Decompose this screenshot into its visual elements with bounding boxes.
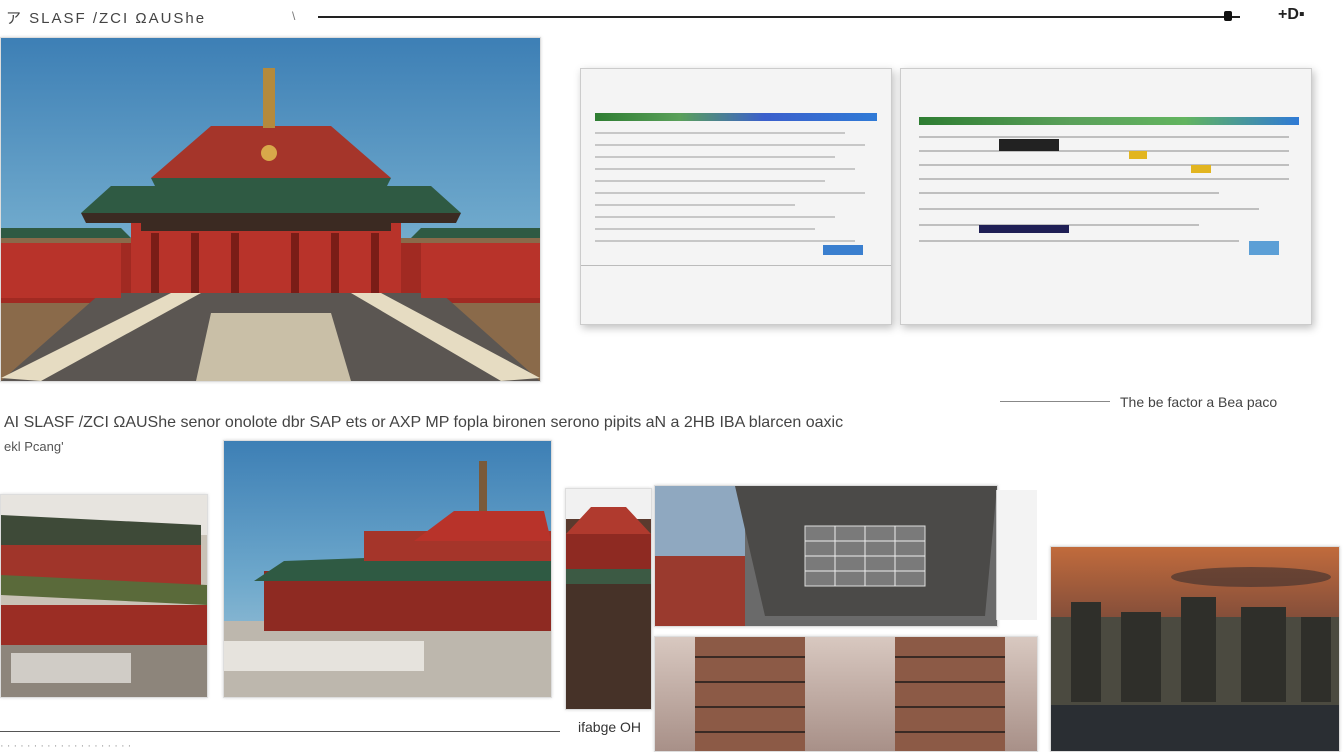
building-facade-photo[interactable] bbox=[654, 485, 998, 627]
description-text: AI SLASF /ZCI ΩAUShe senor onolote dbr S… bbox=[4, 414, 844, 431]
window-divider bbox=[581, 265, 891, 266]
progress-track[interactable] bbox=[318, 16, 1240, 18]
temple-complex-photo[interactable] bbox=[0, 494, 208, 698]
temple-complex-illustration bbox=[1, 495, 207, 697]
software-screenshot[interactable] bbox=[578, 66, 1313, 328]
city-illustration bbox=[1051, 567, 1339, 751]
bottom-caption: ifabge OH bbox=[578, 719, 642, 735]
software-window-right[interactable] bbox=[900, 68, 1312, 325]
document-snippet bbox=[996, 490, 1037, 620]
window-toolbar bbox=[595, 113, 877, 121]
tower-photo[interactable] bbox=[654, 636, 1038, 752]
facade-illustration bbox=[655, 486, 997, 626]
window-controls[interactable]: +D▪ bbox=[1278, 6, 1305, 24]
description-sub: ekl Pcang' bbox=[4, 439, 64, 454]
temple-gate-illustration bbox=[224, 461, 551, 697]
software-window-left[interactable] bbox=[580, 68, 892, 325]
pagoda-photo[interactable] bbox=[565, 488, 652, 710]
caption-rule bbox=[1000, 401, 1110, 402]
temple-gate-photo[interactable] bbox=[223, 440, 552, 698]
title-marker: \ bbox=[292, 9, 296, 23]
right-caption: The be factor a Bea paco bbox=[1120, 394, 1278, 410]
window-title: ア SLASF /ZCI ΩAUShe bbox=[6, 10, 207, 27]
window-toolbar-right bbox=[919, 117, 1299, 125]
temple-illustration bbox=[1, 68, 540, 381]
pagoda-illustration bbox=[566, 489, 651, 709]
tower-illustration bbox=[695, 637, 1005, 751]
bottom-rule bbox=[0, 731, 560, 732]
top-bar: ア SLASF /ZCI ΩAUShe \ +D▪ bbox=[0, 0, 1344, 34]
grid-lines bbox=[919, 136, 1289, 255]
temple-photo[interactable] bbox=[0, 37, 541, 382]
bottom-text: · · · · · · · · · · · · · · · · · · · · bbox=[0, 740, 132, 752]
progress-handle[interactable] bbox=[1224, 11, 1232, 21]
city-sunset-photo[interactable] bbox=[1050, 546, 1340, 752]
table-lines bbox=[595, 132, 865, 255]
